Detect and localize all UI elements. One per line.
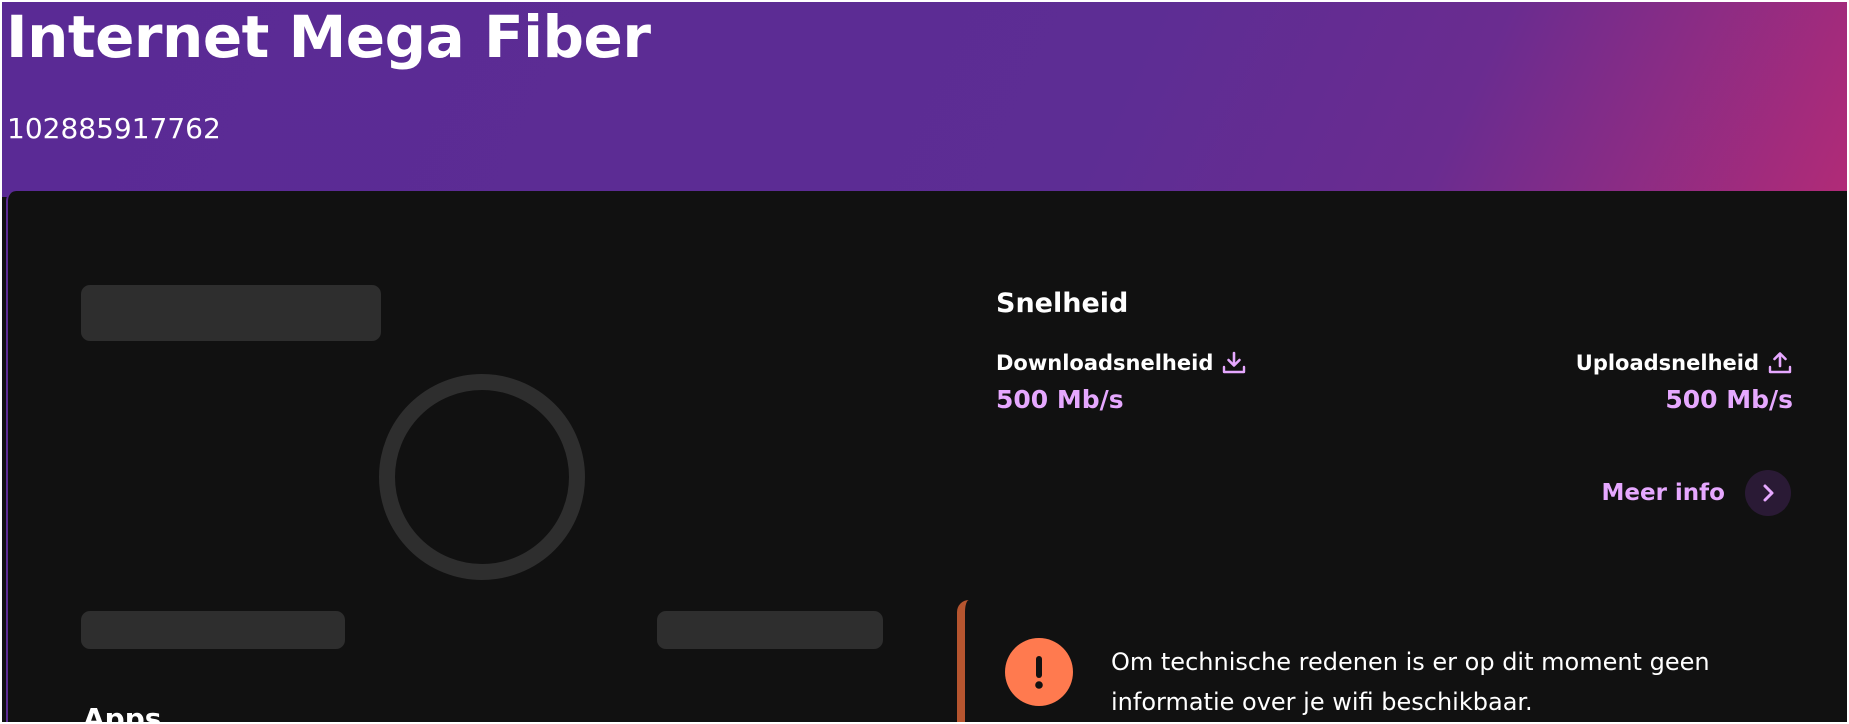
skeleton-left-label-placeholder xyxy=(81,611,345,649)
upload-icon xyxy=(1767,350,1793,376)
skeleton-right-label-placeholder xyxy=(657,611,883,649)
upload-speed: Uploadsnelheid 500 Mb/s xyxy=(1576,348,1793,418)
chevron-right-icon xyxy=(1763,484,1774,502)
speed-title: Snelheid xyxy=(996,288,1129,319)
page-title: Internet Mega Fiber xyxy=(6,3,651,71)
skeleton-title-placeholder xyxy=(81,285,381,341)
notice-text: Om technische redenen is er op dit momen… xyxy=(1111,648,1710,716)
download-speed-label: Downloadsnelheid xyxy=(996,351,1214,375)
apps-heading: Apps xyxy=(83,702,162,722)
download-speed-value: 500 Mb/s xyxy=(996,385,1124,414)
page: Internet Mega Fiber 102885917762 Apps Sn… xyxy=(2,2,1847,722)
download-icon xyxy=(1221,350,1247,376)
account-number: 102885917762 xyxy=(7,112,221,145)
download-label-row: Downloadsnelheid xyxy=(996,348,1247,378)
more-info-label[interactable]: Meer info xyxy=(1601,476,1725,510)
upload-speed-label: Uploadsnelheid xyxy=(1575,351,1759,375)
more-info-link[interactable]: Meer info xyxy=(1601,470,1791,516)
skeleton-gauge-placeholder xyxy=(379,374,585,580)
wifi-unavailable-notice: Om technische redenen is er op dit momen… xyxy=(957,600,1847,722)
upload-speed-value: 500 Mb/s xyxy=(1665,385,1793,414)
subscription-header: Internet Mega Fiber 102885917762 xyxy=(2,2,1847,197)
alert-icon xyxy=(1005,638,1073,706)
upload-label-row: Uploadsnelheid xyxy=(1576,348,1793,378)
more-info-button[interactable] xyxy=(1745,470,1791,516)
download-speed: Downloadsnelheid 500 Mb/s xyxy=(996,348,1247,418)
